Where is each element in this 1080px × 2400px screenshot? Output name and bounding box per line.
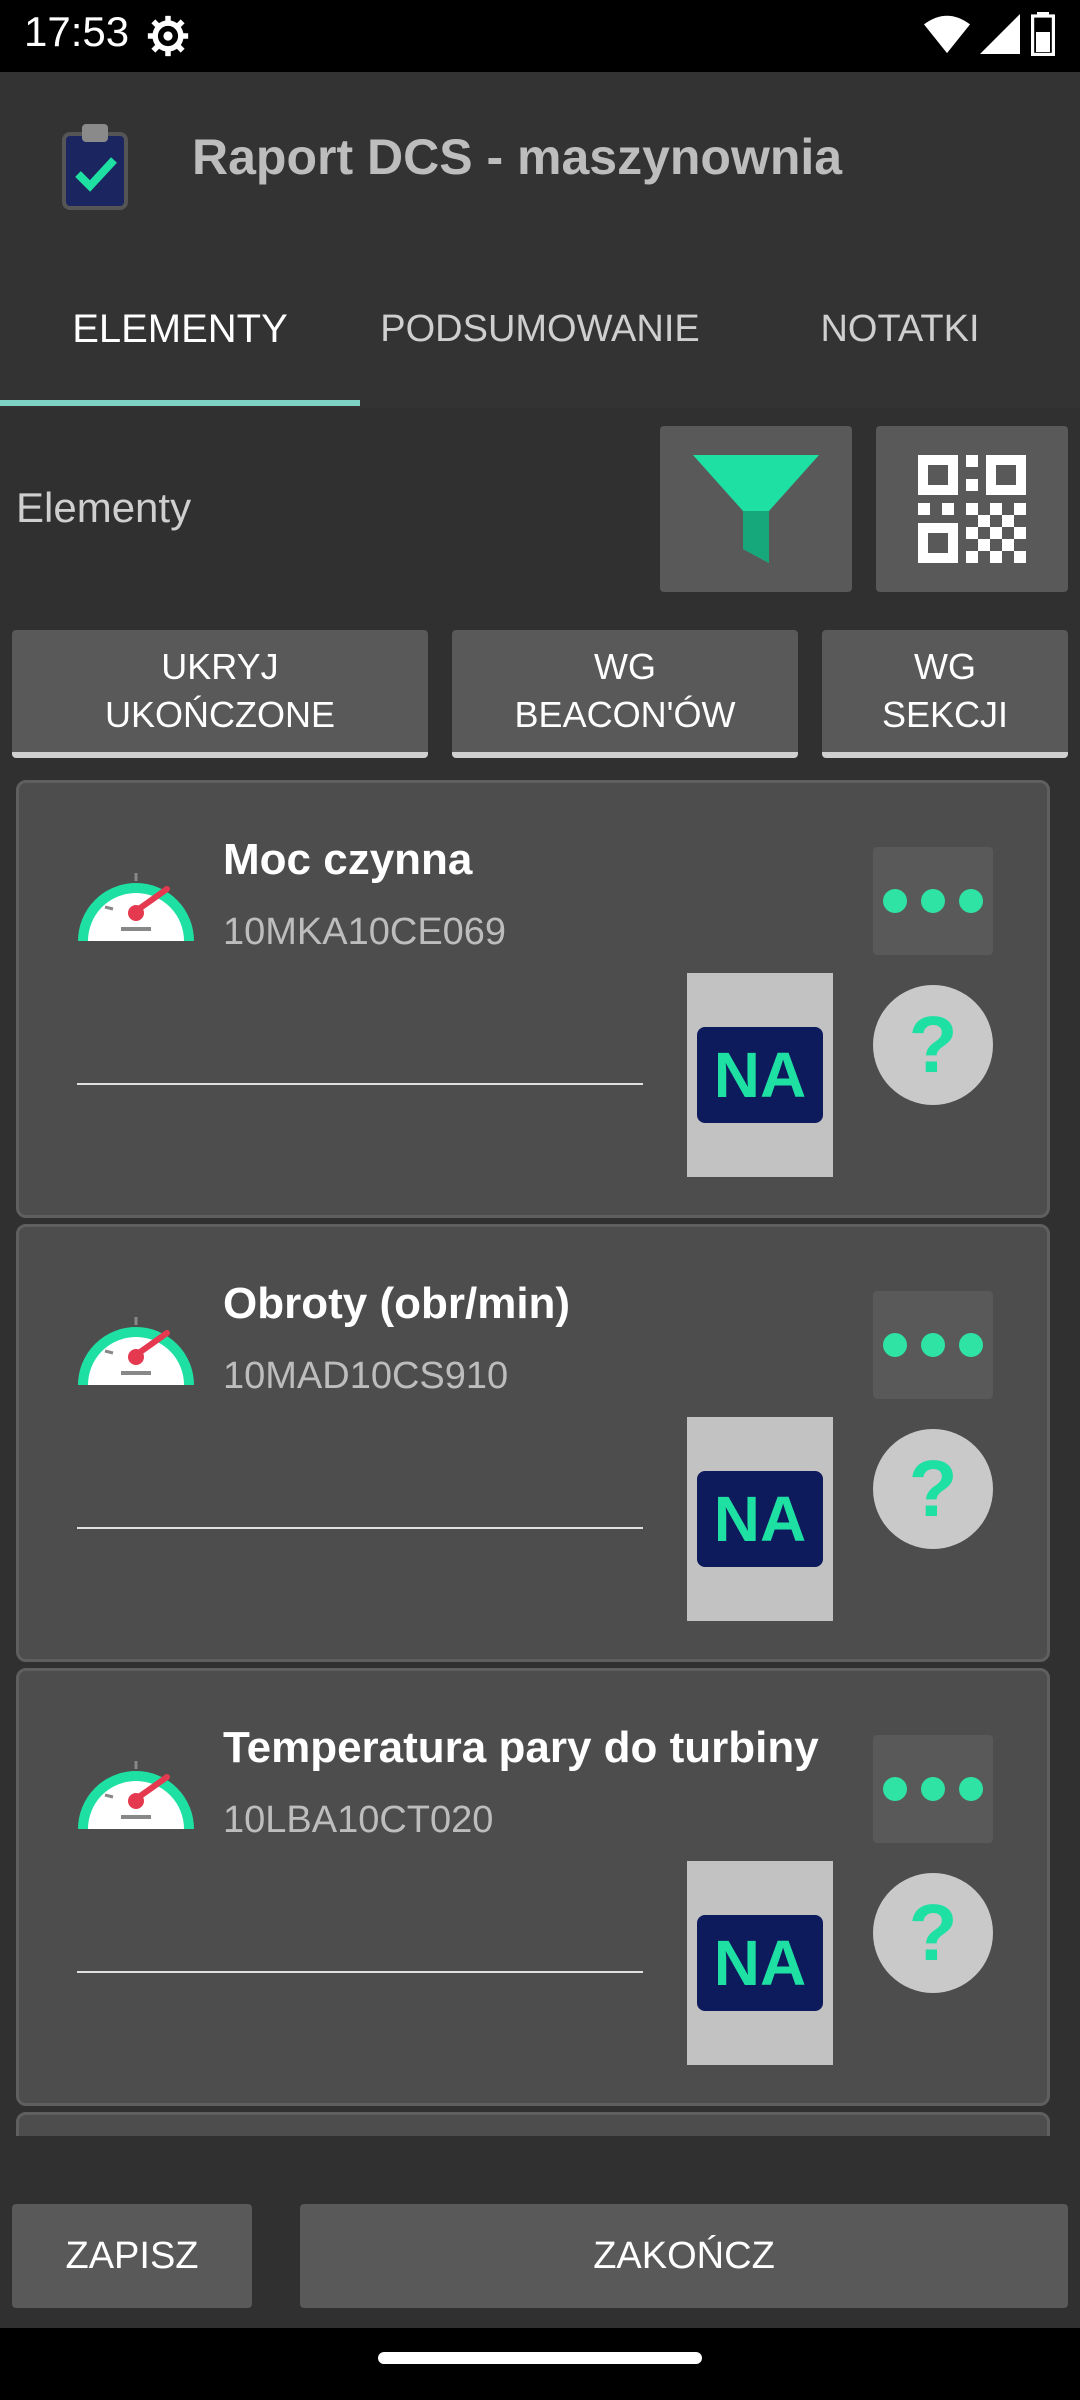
item-title: Temperatura pary do turbiny [223,1723,819,1772]
filter-icon [693,455,819,563]
by-sections-line2: SEKCJI [881,694,1009,735]
elements-list[interactable]: Moc czynna 10MKA10CE069 NA ? Obroty (obr… [16,780,1050,2136]
settings-gear-icon [147,15,189,57]
gauge-icon [78,1761,194,1830]
help-button[interactable]: ? [873,1429,993,1549]
gauge-icon [78,1317,194,1386]
battery-icon [1031,12,1055,56]
qr-code-icon [918,455,1026,563]
status-time: 17:53 [24,8,130,55]
list-item[interactable]: Moc czynna 10MKA10CE069 NA ? [16,780,1050,1218]
value-input-line[interactable] [77,1971,643,1973]
dot-icon [921,889,945,913]
item-code: 10LBA10CT020 [223,1799,494,1841]
by-sections-button[interactable]: WG SEKCJI [822,630,1068,758]
hide-completed-line1: UKRYJ [161,646,279,687]
na-badge: NA [697,1915,823,2011]
dot-icon [959,889,983,913]
filter-button[interactable] [660,426,852,592]
item-code: 10MKA10CE069 [223,911,507,953]
na-badge: NA [697,1471,823,1567]
save-button[interactable]: ZAPISZ [12,2204,252,2308]
list-item[interactable] [16,2112,1050,2136]
more-options-button[interactable] [873,847,993,955]
list-item[interactable]: Obroty (obr/min) 10MAD10CS910 NA ? [16,1224,1050,1662]
app-bar: Raport DCS - maszynownia [0,72,1080,250]
tab-elementy[interactable]: ELEMENTY [0,250,360,408]
elements-label: Elementy [16,484,192,531]
more-options-button[interactable] [873,1291,993,1399]
qr-scan-button[interactable] [876,426,1068,592]
dot-icon [883,889,907,913]
help-button[interactable]: ? [873,985,993,1105]
na-toggle[interactable]: NA [687,1417,833,1621]
gauge-icon [78,873,194,942]
value-input-line[interactable] [77,1527,643,1529]
dot-icon [883,1777,907,1801]
by-beacons-line1: WG [594,646,656,687]
by-beacons-line2: BEACON'ÓW [514,694,736,735]
navigation-bar [0,2328,1080,2400]
hide-completed-line2: UKOŃCZONE [104,694,335,735]
hide-completed-button[interactable]: UKRYJ UKOŃCZONE [12,630,428,758]
item-title: Moc czynna [223,835,473,884]
home-gesture-handle[interactable] [378,2352,702,2364]
active-tab-indicator [0,400,360,406]
item-title: Obroty (obr/min) [223,1279,571,1328]
dot-icon [883,1333,907,1357]
wifi-icon [924,15,970,54]
signal-icon [980,14,1020,54]
na-toggle[interactable]: NA [687,1861,833,2065]
list-item[interactable]: Temperatura pary do turbiny 10LBA10CT020… [16,1668,1050,2106]
status-bar: 17:53 [0,0,1080,72]
by-sections-line1: WG [914,646,976,687]
tab-podsumowanie[interactable]: PODSUMOWANIE [360,250,720,408]
na-toggle[interactable]: NA [687,973,833,1177]
finish-button[interactable]: ZAKOŃCZ [300,2204,1068,2308]
more-options-button[interactable] [873,1735,993,1843]
item-code: 10MAD10CS910 [223,1355,509,1397]
clipboard-check-icon [62,124,128,210]
dot-icon [959,1333,983,1357]
tab-notatki[interactable]: NOTATKI [720,250,1080,408]
help-button[interactable]: ? [873,1873,993,1993]
dot-icon [959,1777,983,1801]
by-beacons-button[interactable]: WG BEACON'ÓW [452,630,798,758]
na-badge: NA [697,1027,823,1123]
value-input-line[interactable] [77,1083,643,1085]
dot-icon [921,1333,945,1357]
tab-bar: ELEMENTY PODSUMOWANIE NOTATKI [0,250,1080,408]
dot-icon [921,1777,945,1801]
app-title: Raport DCS - maszynownia [192,129,843,185]
